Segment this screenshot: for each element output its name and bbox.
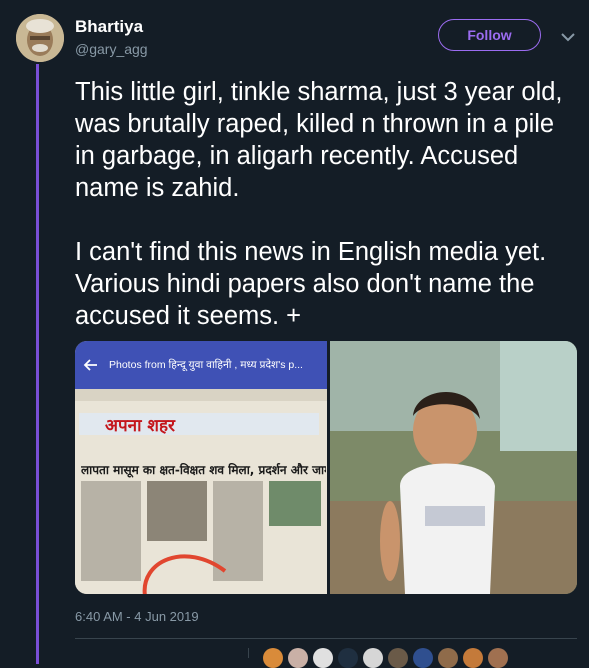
newspaper-masthead: अपना शहर [105,416,175,436]
tweet-text: This little girl, tinkle sharma, just 3 … [75,78,563,330]
thread-line [36,64,39,664]
child-photo-image [330,341,577,594]
media-grid: अपना शहर लापता मासूम का क्षत-विक्षत शव म… [75,341,577,594]
follow-button-label: Follow [467,27,512,43]
liker-avatar[interactable] [313,648,333,668]
liker-avatar[interactable] [463,648,483,668]
child-photo[interactable] [330,341,577,594]
liker-avatar[interactable] [288,648,308,668]
user-handle[interactable]: @gary_agg [75,41,148,57]
newspaper-photo-block [147,481,207,541]
follow-button[interactable]: Follow [438,19,541,51]
newspaper-photo[interactable]: अपना शहर लापता मासूम का क्षत-विक्षत शव म… [75,341,327,594]
liker-avatar[interactable] [363,648,383,668]
display-name[interactable]: Bhartiya [75,17,143,37]
chevron-down-icon[interactable] [559,28,577,46]
liker-avatar[interactable] [263,648,283,668]
photo-viewer-bar: Photos from हिन्दू युवा वाहिनी , मध्य प्… [75,341,327,389]
avatar-image [16,14,64,62]
newspaper-column [81,481,141,581]
liker-avatar[interactable] [338,648,358,668]
engagement-divider [248,648,249,658]
avatar[interactable] [16,14,64,62]
tweet-timestamp[interactable]: 6:40 AM - 4 Jun 2019 [75,609,199,624]
liker-avatar[interactable] [438,648,458,668]
liker-avatar[interactable] [413,648,433,668]
liker-avatar[interactable] [388,648,408,668]
newspaper-headline: लापता मासूम का क्षत-विक्षत शव मिला, प्रद… [81,463,326,477]
red-circle-annotation [142,554,227,594]
arrow-left-icon[interactable] [83,357,99,373]
liker-avatar[interactable] [488,648,508,668]
photo-viewer-title: Photos from हिन्दू युवा वाहिनी , मध्य प्… [109,359,303,371]
newspaper-photo-block [269,481,321,526]
divider [75,638,577,639]
